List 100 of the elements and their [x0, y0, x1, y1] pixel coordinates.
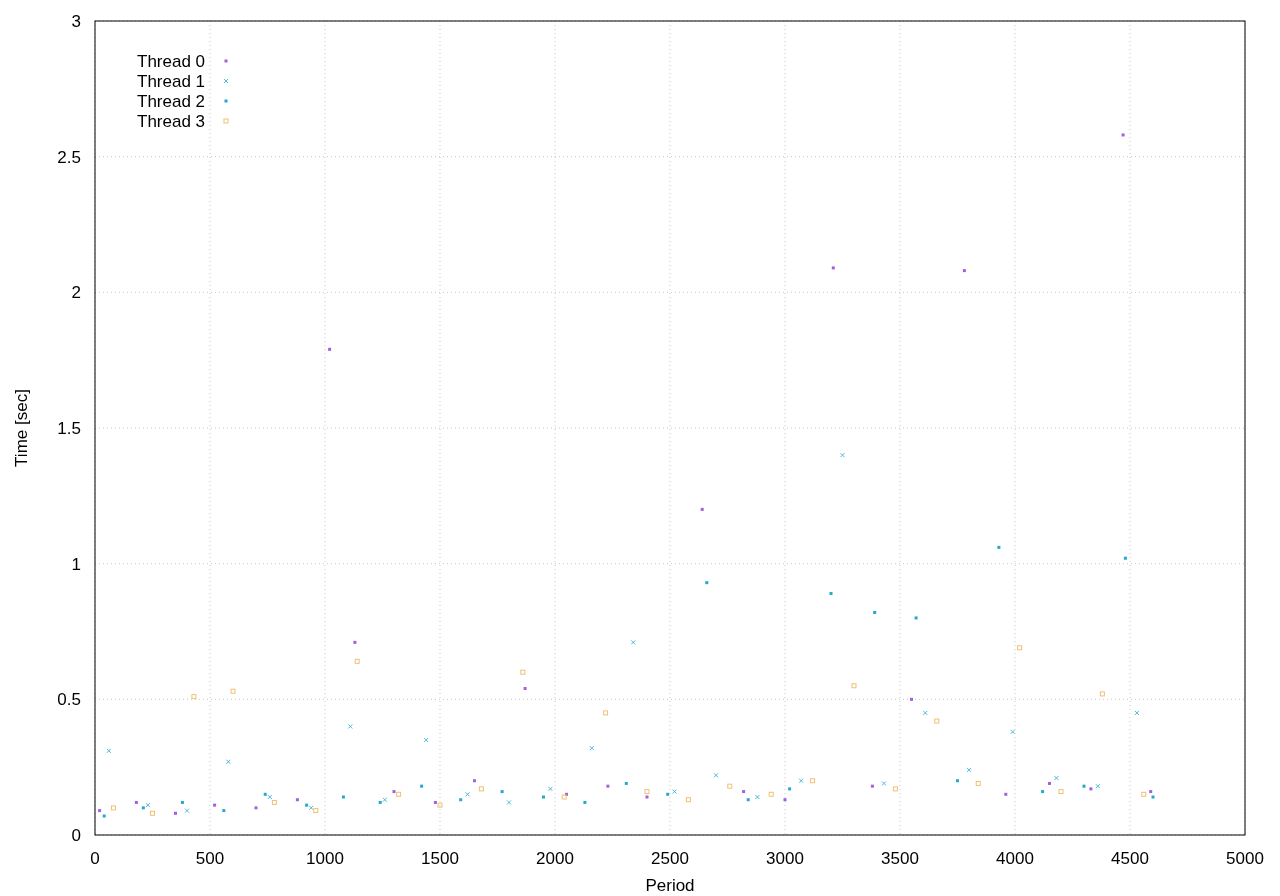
- data-point: [1121, 133, 1125, 137]
- data-point: [1089, 787, 1093, 791]
- y-tick-label: 2.5: [57, 147, 81, 167]
- data-point: [1041, 790, 1045, 794]
- data-point: [713, 772, 719, 778]
- data-point: [606, 784, 610, 788]
- data-point: [1123, 556, 1127, 560]
- data-point: [191, 694, 197, 700]
- data-point: [881, 780, 887, 786]
- x-tick-label: 2500: [651, 849, 689, 868]
- data-point: [870, 784, 874, 788]
- data-point: [547, 786, 553, 792]
- data-point: [1141, 791, 1147, 797]
- x-tick-label: 3500: [881, 849, 919, 868]
- data-point: [1053, 775, 1059, 781]
- data-point: [700, 507, 704, 511]
- data-point: [1017, 645, 1023, 651]
- data-point: [110, 805, 116, 811]
- data-point: [465, 791, 471, 797]
- data-point: [347, 723, 353, 729]
- data-point: [1082, 784, 1086, 788]
- data-point: [423, 737, 429, 743]
- legend-label: Thread 0: [137, 52, 206, 71]
- x-tick-label: 1000: [306, 849, 344, 868]
- x-tick-label: 500: [195, 849, 225, 868]
- legend-label: Thread 3: [137, 112, 206, 131]
- data-point: [997, 545, 1001, 549]
- data-point: [768, 791, 774, 797]
- data-point: [459, 798, 463, 802]
- data-point: [589, 745, 595, 751]
- data-point: [341, 795, 345, 799]
- data-point: [174, 811, 177, 815]
- y-tick-label: 1.5: [57, 419, 81, 438]
- data-point: [1058, 789, 1064, 795]
- data-point: [230, 688, 236, 694]
- data-point: [180, 800, 184, 804]
- data-point: [134, 800, 138, 804]
- data-point: [914, 616, 918, 620]
- data-point: [783, 798, 787, 802]
- data-point: [685, 797, 691, 803]
- data-point: [910, 697, 913, 701]
- data-point: [150, 810, 155, 816]
- data-point: [1010, 729, 1016, 735]
- data-point: [962, 269, 966, 273]
- data-point: [1099, 691, 1105, 697]
- data-point: [328, 347, 332, 351]
- legend-label: Thread 2: [137, 92, 206, 111]
- data-point: [213, 803, 217, 807]
- data-point: [746, 798, 750, 802]
- x-tick-label: 4500: [1111, 849, 1149, 868]
- data-point: [840, 452, 845, 458]
- data-point: [934, 718, 940, 724]
- data-point: [975, 780, 981, 786]
- data-point: [873, 611, 877, 614]
- y-tick-label: 0: [71, 826, 81, 845]
- data-point: [831, 266, 835, 270]
- data-point: [705, 581, 709, 585]
- data-point: [506, 799, 512, 805]
- data-point: [473, 779, 476, 783]
- x-tick-label: 2000: [536, 849, 574, 868]
- data-point: [798, 778, 804, 784]
- x-tick-label: 1500: [421, 849, 459, 868]
- data-point: [1134, 710, 1140, 716]
- y-tick-label: 1: [71, 554, 81, 574]
- data-point: [956, 779, 959, 783]
- legend-marker-icon: [224, 99, 228, 103]
- data-point: [354, 658, 360, 664]
- data-point: [829, 592, 833, 595]
- data-point: [478, 786, 484, 792]
- legend-marker-icon: [223, 118, 229, 124]
- data-point: [420, 784, 424, 788]
- y-tick-label: 3: [71, 12, 81, 31]
- data-point: [106, 748, 112, 754]
- data-point: [966, 767, 972, 773]
- x-tick-label: 5000: [1226, 849, 1264, 868]
- data-point: [222, 809, 226, 813]
- y-tick-label: 2: [71, 283, 81, 303]
- y-axis-title: Time [sec]: [12, 389, 31, 467]
- data-point: [727, 783, 733, 789]
- data-point: [1048, 781, 1051, 785]
- x-axis-title: Period: [645, 876, 695, 895]
- data-point: [1095, 783, 1101, 789]
- data-point: [295, 798, 299, 802]
- data-point: [523, 687, 527, 690]
- data-point: [184, 808, 190, 814]
- y-tick-label: 0.5: [57, 690, 81, 710]
- data-point: [922, 710, 928, 716]
- data-point: [630, 639, 636, 645]
- data-point: [583, 800, 587, 804]
- data-point: [754, 794, 760, 800]
- x-tick-label: 4000: [996, 849, 1034, 868]
- data-point: [500, 790, 504, 794]
- data-point: [742, 790, 746, 794]
- x-tick-label: 3000: [766, 849, 804, 868]
- data-point: [666, 792, 670, 796]
- legend-label: Thread 1: [137, 72, 206, 91]
- data-point: [542, 795, 545, 799]
- data-point: [851, 683, 857, 689]
- data-point: [788, 787, 792, 791]
- data-point: [624, 781, 628, 785]
